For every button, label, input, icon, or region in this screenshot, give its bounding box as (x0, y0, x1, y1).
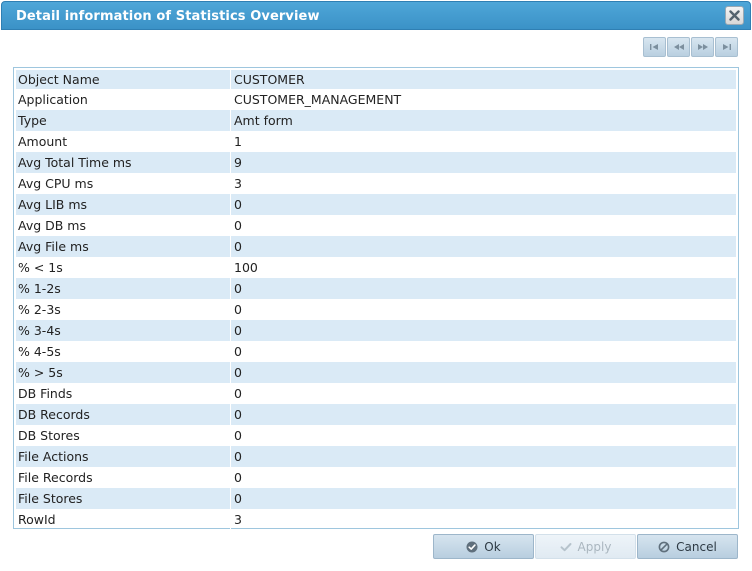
field-value: 0 (234, 218, 242, 233)
field-name: % 2-3s (16, 299, 231, 320)
field-value: 0 (234, 407, 242, 422)
field-name: DB Finds (16, 383, 231, 404)
next-record-button[interactable] (691, 37, 714, 57)
field-value: 0 (234, 386, 242, 401)
field-value: 0 (234, 449, 242, 464)
detail-row: File Stores 0 (16, 488, 736, 509)
detail-row: Avg DB ms 0 (16, 215, 736, 236)
check-icon (560, 541, 572, 553)
field-name: % 3-4s (16, 320, 231, 341)
field-value: 1 (234, 134, 242, 149)
detail-row: % 3-4s 0 (16, 320, 736, 341)
detail-row: DB Finds 0 (16, 383, 736, 404)
close-icon (729, 10, 740, 21)
field-name: Avg DB ms (16, 215, 231, 236)
detail-row: % 2-3s 0 (16, 299, 736, 320)
previous-record-button[interactable] (667, 37, 690, 57)
field-value: 0 (234, 197, 242, 212)
last-record-button[interactable] (715, 37, 738, 57)
field-name: % 1-2s (16, 278, 231, 299)
field-value: 0 (234, 491, 242, 506)
cancel-button-label: Cancel (676, 539, 717, 554)
field-value: 3 (234, 512, 242, 527)
detail-row: Amount 1 (16, 131, 736, 152)
detail-row: % > 5s 0 (16, 362, 736, 383)
record-navigation (643, 37, 738, 57)
field-name: DB Stores (16, 425, 231, 446)
field-value: 0 (234, 428, 242, 443)
previous-record-icon (673, 44, 684, 50)
dialog-footer: Ok Apply Cancel (433, 534, 738, 559)
check-circle-icon (466, 541, 478, 553)
detail-row: Type Amt form (16, 110, 736, 131)
detail-row: Avg Total Time ms 9 (16, 152, 736, 173)
field-name: Avg File ms (16, 236, 231, 257)
ok-button[interactable]: Ok (433, 534, 534, 559)
first-record-button[interactable] (643, 37, 666, 57)
field-name: File Records (16, 467, 231, 488)
field-value: 0 (234, 365, 242, 380)
field-name: % < 1s (16, 257, 231, 278)
detail-row: Avg File ms 0 (16, 236, 736, 257)
field-value: CUSTOMER (234, 72, 305, 87)
dialog-titlebar[interactable]: Detail information of Statistics Overvie… (1, 1, 751, 30)
apply-button-label: Apply (577, 539, 612, 554)
detail-row: File Records 0 (16, 467, 736, 488)
detail-row: DB Stores 0 (16, 425, 736, 446)
field-name: File Actions (16, 446, 231, 467)
ok-button-label: Ok (484, 539, 501, 554)
field-name: Object Name (16, 70, 231, 89)
field-name: Type (16, 110, 231, 131)
field-name: DB Records (16, 404, 231, 425)
field-value: Amt form (234, 113, 293, 128)
field-value: CUSTOMER_MANAGEMENT (234, 92, 402, 107)
detail-row: % < 1s 100 (16, 257, 736, 278)
field-name: % 4-5s (16, 341, 231, 362)
field-value: 0 (234, 302, 242, 317)
field-value: 0 (234, 239, 242, 254)
next-record-icon (697, 44, 708, 50)
field-name: Application (16, 89, 231, 110)
detail-row: Avg LIB ms 0 (16, 194, 736, 215)
detail-row: DB Records 0 (16, 404, 736, 425)
close-button[interactable] (725, 6, 744, 25)
field-value: 0 (234, 281, 242, 296)
field-name: RowId (16, 509, 231, 530)
detail-row: RowId 3 (16, 509, 736, 530)
field-value: 0 (234, 470, 242, 485)
field-name: Amount (16, 131, 231, 152)
field-value: 100 (234, 260, 258, 275)
first-record-icon (650, 44, 658, 50)
field-value: 3 (234, 176, 242, 191)
detail-row: % 1-2s 0 (16, 278, 736, 299)
last-record-icon (723, 44, 731, 50)
detail-row: % 4-5s 0 (16, 341, 736, 362)
cancel-button[interactable]: Cancel (637, 534, 738, 559)
field-value: 9 (234, 155, 242, 170)
statistics-detail-dialog: Detail information of Statistics Overvie… (0, 0, 752, 571)
field-value: 0 (234, 344, 242, 359)
detail-row: Application CUSTOMER_MANAGEMENT (16, 89, 736, 110)
detail-row: Object Name CUSTOMER (16, 70, 736, 89)
detail-row: Avg CPU ms 3 (16, 173, 736, 194)
apply-button[interactable]: Apply (535, 534, 636, 559)
field-value: 0 (234, 323, 242, 338)
field-name: Avg Total Time ms (16, 152, 231, 173)
field-name: File Stores (16, 488, 231, 509)
dialog-title: Detail information of Statistics Overvie… (16, 9, 320, 24)
detail-row: File Actions 0 (16, 446, 736, 467)
detail-grid: Object Name CUSTOMER Application CUSTOME… (13, 67, 739, 530)
cancel-circle-icon (658, 541, 670, 553)
field-name: Avg LIB ms (16, 194, 231, 215)
field-name: % > 5s (16, 362, 231, 383)
field-name: Avg CPU ms (16, 173, 231, 194)
